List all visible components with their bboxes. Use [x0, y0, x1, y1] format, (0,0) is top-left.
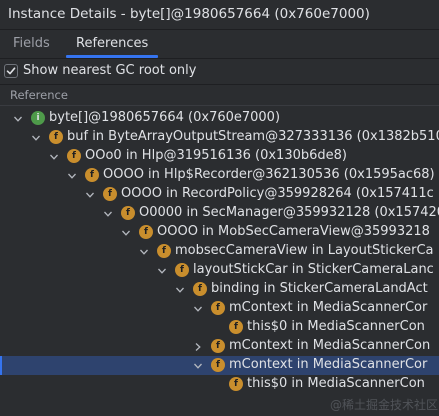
tree-row-label: O0000 in SecManager@359932128 (0x157420	[139, 205, 439, 220]
field-icon: f	[229, 377, 243, 391]
field-icon: f	[139, 225, 153, 239]
checkmark-icon	[6, 67, 16, 75]
tab-fields[interactable]: Fields	[13, 30, 50, 58]
field-icon: f	[121, 206, 135, 220]
tree-row[interactable]: f layoutStickCar in StickerCameraLanc	[0, 261, 439, 280]
field-icon: f	[193, 282, 207, 296]
tree-row-label: OOOO in MobSecCameraView@35993218	[157, 224, 430, 239]
watermark: @稀土掘金技术社区	[330, 398, 439, 412]
tree-row[interactable]: f mobsecCameraView in LayoutStickerCa	[0, 242, 439, 261]
tree-row-label: OOo0 in Hlp@319516136 (0x130b6de8)	[85, 148, 347, 163]
tree-row[interactable]: f O0000 in SecManager@359932128 (0x15742…	[0, 204, 439, 223]
tree-row[interactable]: f this$0 in MediaScannerCon	[0, 375, 439, 394]
tree-row-selected[interactable]: f mContext in MediaScannerCor	[0, 356, 439, 375]
chevron-down-icon[interactable]	[67, 170, 77, 180]
chevron-down-icon[interactable]	[139, 246, 149, 256]
chevron-down-icon[interactable]	[193, 360, 203, 370]
tree-row-label: OOOO in Hlp$Recorder@362130536 (0x1595ac…	[103, 167, 435, 182]
chevron-down-icon[interactable]	[13, 113, 23, 123]
tree-row-label: this$0 in MediaScannerCon	[247, 376, 425, 391]
tree-row-label: mContext in MediaScannerCor	[229, 300, 428, 315]
tree-row[interactable]: f OOo0 in Hlp@319516136 (0x130b6de8)	[0, 147, 439, 166]
chevron-down-icon[interactable]	[103, 208, 113, 218]
tree-row[interactable]: f this$0 in MediaScannerCon	[0, 318, 439, 337]
field-icon: f	[85, 168, 99, 182]
chevron-down-icon[interactable]	[85, 189, 95, 199]
chevron-right-icon[interactable]	[193, 341, 203, 351]
tree-row[interactable]: f binding in StickerCameraLandAct	[0, 280, 439, 299]
tab-bar: Fields References	[0, 30, 439, 59]
tree-row[interactable]: f buf in ByteArrayOutputStream@327333136…	[0, 128, 439, 147]
chevron-down-icon[interactable]	[193, 303, 203, 313]
field-icon: f	[67, 149, 81, 163]
field-icon: f	[211, 339, 225, 353]
tree-row[interactable]: f OOOO in Hlp$Recorder@362130536 (0x1595…	[0, 166, 439, 185]
reference-header-label: Reference	[10, 88, 68, 102]
field-icon: f	[211, 301, 225, 315]
tree-row-label: byte[]@1980657664 (0x760e7000)	[49, 110, 281, 125]
chevron-down-icon[interactable]	[157, 265, 167, 275]
chevron-down-icon[interactable]	[121, 227, 131, 237]
tree-row-label: OOOO in RecordPolicy@359928264 (0x157411…	[121, 186, 434, 201]
gc-root-option[interactable]: Show nearest GC root only	[0, 59, 439, 85]
reference-column-header[interactable]: Reference	[0, 85, 439, 106]
tree-row[interactable]: f mContext in MediaScannerCon	[0, 337, 439, 356]
tree-row[interactable]: f OOOO in MobSecCameraView@35993218	[0, 223, 439, 242]
field-icon: f	[157, 244, 171, 258]
field-icon: f	[49, 130, 63, 144]
gc-root-label[interactable]: Show nearest GC root only	[23, 63, 196, 78]
tree-row-label: mContext in MediaScannerCon	[229, 338, 431, 353]
field-icon: f	[175, 263, 189, 277]
tab-references[interactable]: References	[65, 30, 159, 58]
tree-row[interactable]: f mContext in MediaScannerCor	[0, 299, 439, 318]
chevron-down-icon[interactable]	[175, 284, 185, 294]
field-icon: f	[211, 358, 225, 372]
chevron-down-icon[interactable]	[31, 132, 41, 142]
tree-row-label: mContext in MediaScannerCor	[229, 357, 428, 372]
field-icon: f	[229, 320, 243, 334]
field-icon: f	[103, 187, 117, 201]
tree-row-label: buf in ByteArrayOutputStream@327333136 (…	[67, 129, 439, 144]
tree-row-label: mobsecCameraView in LayoutStickerCa	[175, 243, 434, 258]
tree-row[interactable]: i byte[]@1980657664 (0x760e7000)	[0, 109, 439, 128]
tree-row-label: this$0 in MediaScannerCon	[247, 319, 425, 334]
instance-icon: i	[31, 111, 45, 125]
window-title: Instance Details - byte[]@1980657664 (0x…	[8, 6, 370, 22]
window-titlebar: Instance Details - byte[]@1980657664 (0x…	[0, 0, 439, 30]
chevron-down-icon[interactable]	[49, 151, 59, 161]
tree-row-label: binding in StickerCameraLandAct	[211, 281, 428, 296]
gc-root-checkbox[interactable]	[4, 64, 18, 78]
reference-tree[interactable]: i byte[]@1980657664 (0x760e7000) f buf i…	[0, 107, 439, 416]
tree-row[interactable]: f OOOO in RecordPolicy@359928264 (0x1574…	[0, 185, 439, 204]
tree-row-label: layoutStickCar in StickerCameraLanc	[193, 262, 434, 277]
